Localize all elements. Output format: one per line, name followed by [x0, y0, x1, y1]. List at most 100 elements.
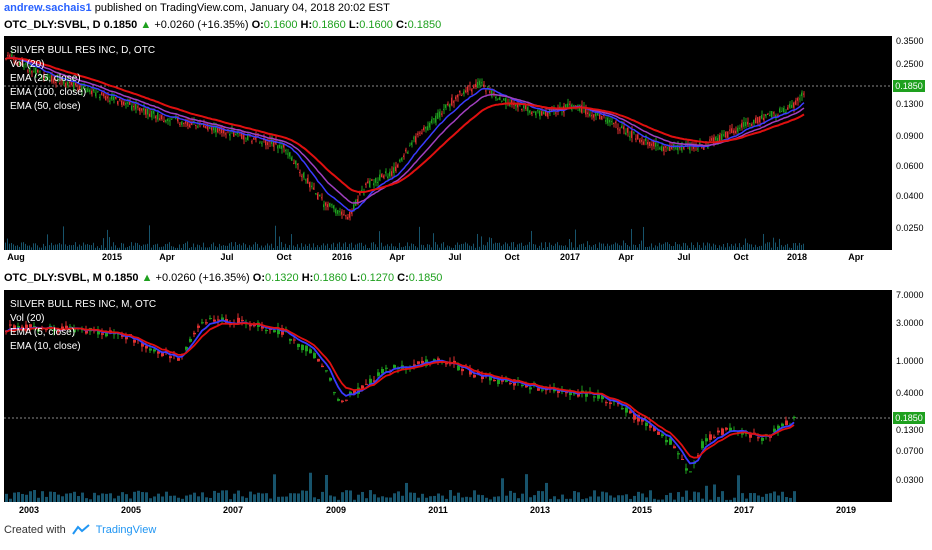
volume-bar — [99, 247, 100, 250]
candle-body — [431, 119, 432, 123]
candle-body — [783, 107, 784, 113]
volume-bar — [59, 243, 60, 250]
volume-bar — [501, 478, 504, 502]
volume-bar — [539, 245, 540, 250]
volume-bar — [743, 244, 744, 250]
volume-bar — [509, 246, 510, 250]
x-tick: 2011 — [428, 505, 448, 515]
candle-body — [613, 122, 614, 124]
x-tick: 2017 — [559, 252, 581, 262]
volume-bar — [185, 242, 186, 250]
volume-bar — [597, 247, 598, 250]
indicator-label[interactable]: EMA (5, close) — [10, 326, 156, 340]
candle-body — [427, 126, 428, 131]
volume-bar — [257, 243, 258, 250]
volume-bar — [445, 498, 448, 502]
volume-bar — [537, 247, 538, 250]
volume-bar — [593, 490, 596, 502]
daily-price-axis[interactable]: 0.3500 0.2500 0.1850 0.1300 0.0900 0.060… — [893, 36, 927, 250]
candle-body — [709, 434, 712, 440]
candle-body — [739, 127, 740, 129]
candle-body — [387, 176, 388, 178]
volume-bar — [199, 245, 200, 250]
candle-body — [773, 112, 774, 114]
candle-body — [315, 193, 316, 195]
volume-bar — [163, 246, 164, 250]
indicator-label[interactable]: EMA (50, close) — [10, 100, 155, 114]
daily-chart-panel[interactable]: SILVER BULL RES INC, D, OTC Vol (20) EMA… — [4, 36, 892, 250]
candle-body — [479, 80, 480, 86]
volume-bar — [709, 499, 712, 502]
candle-body — [205, 125, 206, 128]
daily-time-axis[interactable]: Aug 2015 Apr Jul Oct 2016 Apr Jul Oct 20… — [4, 251, 892, 265]
volume-bar — [491, 238, 492, 250]
volume-bar — [423, 245, 424, 250]
candle-body — [377, 372, 380, 376]
volume-bar — [341, 246, 342, 250]
volume-bar — [631, 228, 632, 250]
volume-bar — [71, 245, 72, 250]
volume-bar — [85, 498, 88, 502]
volume-bar — [143, 244, 144, 250]
volume-bar — [305, 490, 308, 502]
volume-bar — [177, 497, 180, 502]
volume-bar — [581, 244, 582, 250]
tradingview-brand-link[interactable]: TradingView — [96, 524, 157, 536]
volume-bar — [185, 495, 188, 502]
monthly-price-axis[interactable]: 7.0000 3.0000 1.0000 0.4000 0.1850 0.130… — [893, 290, 927, 502]
volume-bar — [773, 237, 774, 250]
volume-bar — [253, 494, 256, 502]
indicator-label[interactable]: EMA (10, close) — [10, 340, 156, 354]
volume-bar — [333, 496, 336, 502]
monthly-chart-panel[interactable]: SILVER BULL RES INC, M, OTC Vol (20) EMA… — [4, 290, 892, 502]
indicator-label[interactable]: Vol (20) — [10, 58, 155, 72]
close-value: 0.1850 — [408, 272, 443, 284]
indicator-label[interactable]: EMA (25, close) — [10, 72, 155, 86]
volume-bar — [83, 242, 84, 250]
candle-body — [749, 122, 750, 125]
x-tick: Apr — [618, 252, 634, 262]
volume-bar — [409, 492, 412, 502]
author-link[interactable]: andrew.sachais1 — [4, 2, 92, 14]
candle-body — [341, 400, 344, 402]
candle-body — [635, 138, 636, 140]
volume-bar — [249, 491, 252, 502]
candle-body — [461, 368, 464, 372]
volume-bar — [19, 246, 20, 250]
volume-bar — [175, 247, 176, 250]
volume-bar — [767, 242, 768, 250]
candle-body — [377, 182, 378, 184]
volume-bar — [275, 225, 276, 250]
volume-bar — [565, 245, 566, 250]
volume-bar — [505, 495, 508, 502]
volume-bar — [515, 247, 516, 250]
volume-bar — [789, 247, 790, 250]
volume-bar — [571, 242, 572, 250]
volume-bar — [489, 237, 490, 250]
volume-bar — [537, 490, 540, 502]
volume-bar — [399, 242, 400, 250]
candle-body — [667, 147, 668, 149]
candle-body — [281, 145, 282, 149]
candle-body — [791, 104, 792, 108]
candle-body — [325, 370, 328, 372]
candle-body — [609, 402, 612, 405]
candle-body — [167, 118, 168, 121]
volume-bar — [125, 494, 128, 502]
volume-bar — [793, 491, 796, 502]
volume-bar — [109, 237, 110, 250]
indicator-label[interactable]: Vol (20) — [10, 312, 156, 326]
candle-body — [585, 393, 588, 397]
candle-body — [435, 115, 436, 123]
candle-body — [665, 439, 668, 443]
volume-bar — [713, 243, 714, 250]
candle-body — [541, 389, 544, 391]
monthly-time-axis[interactable]: 2003 2005 2007 2009 2011 2013 2015 2017 … — [4, 504, 892, 518]
candle-body — [769, 114, 770, 117]
indicator-label[interactable]: EMA (100, close) — [10, 86, 155, 100]
candle-body — [525, 105, 526, 109]
volume-bar — [317, 245, 318, 250]
volume-bar — [307, 245, 308, 250]
volume-bar — [53, 245, 54, 250]
candle-body — [801, 92, 802, 97]
